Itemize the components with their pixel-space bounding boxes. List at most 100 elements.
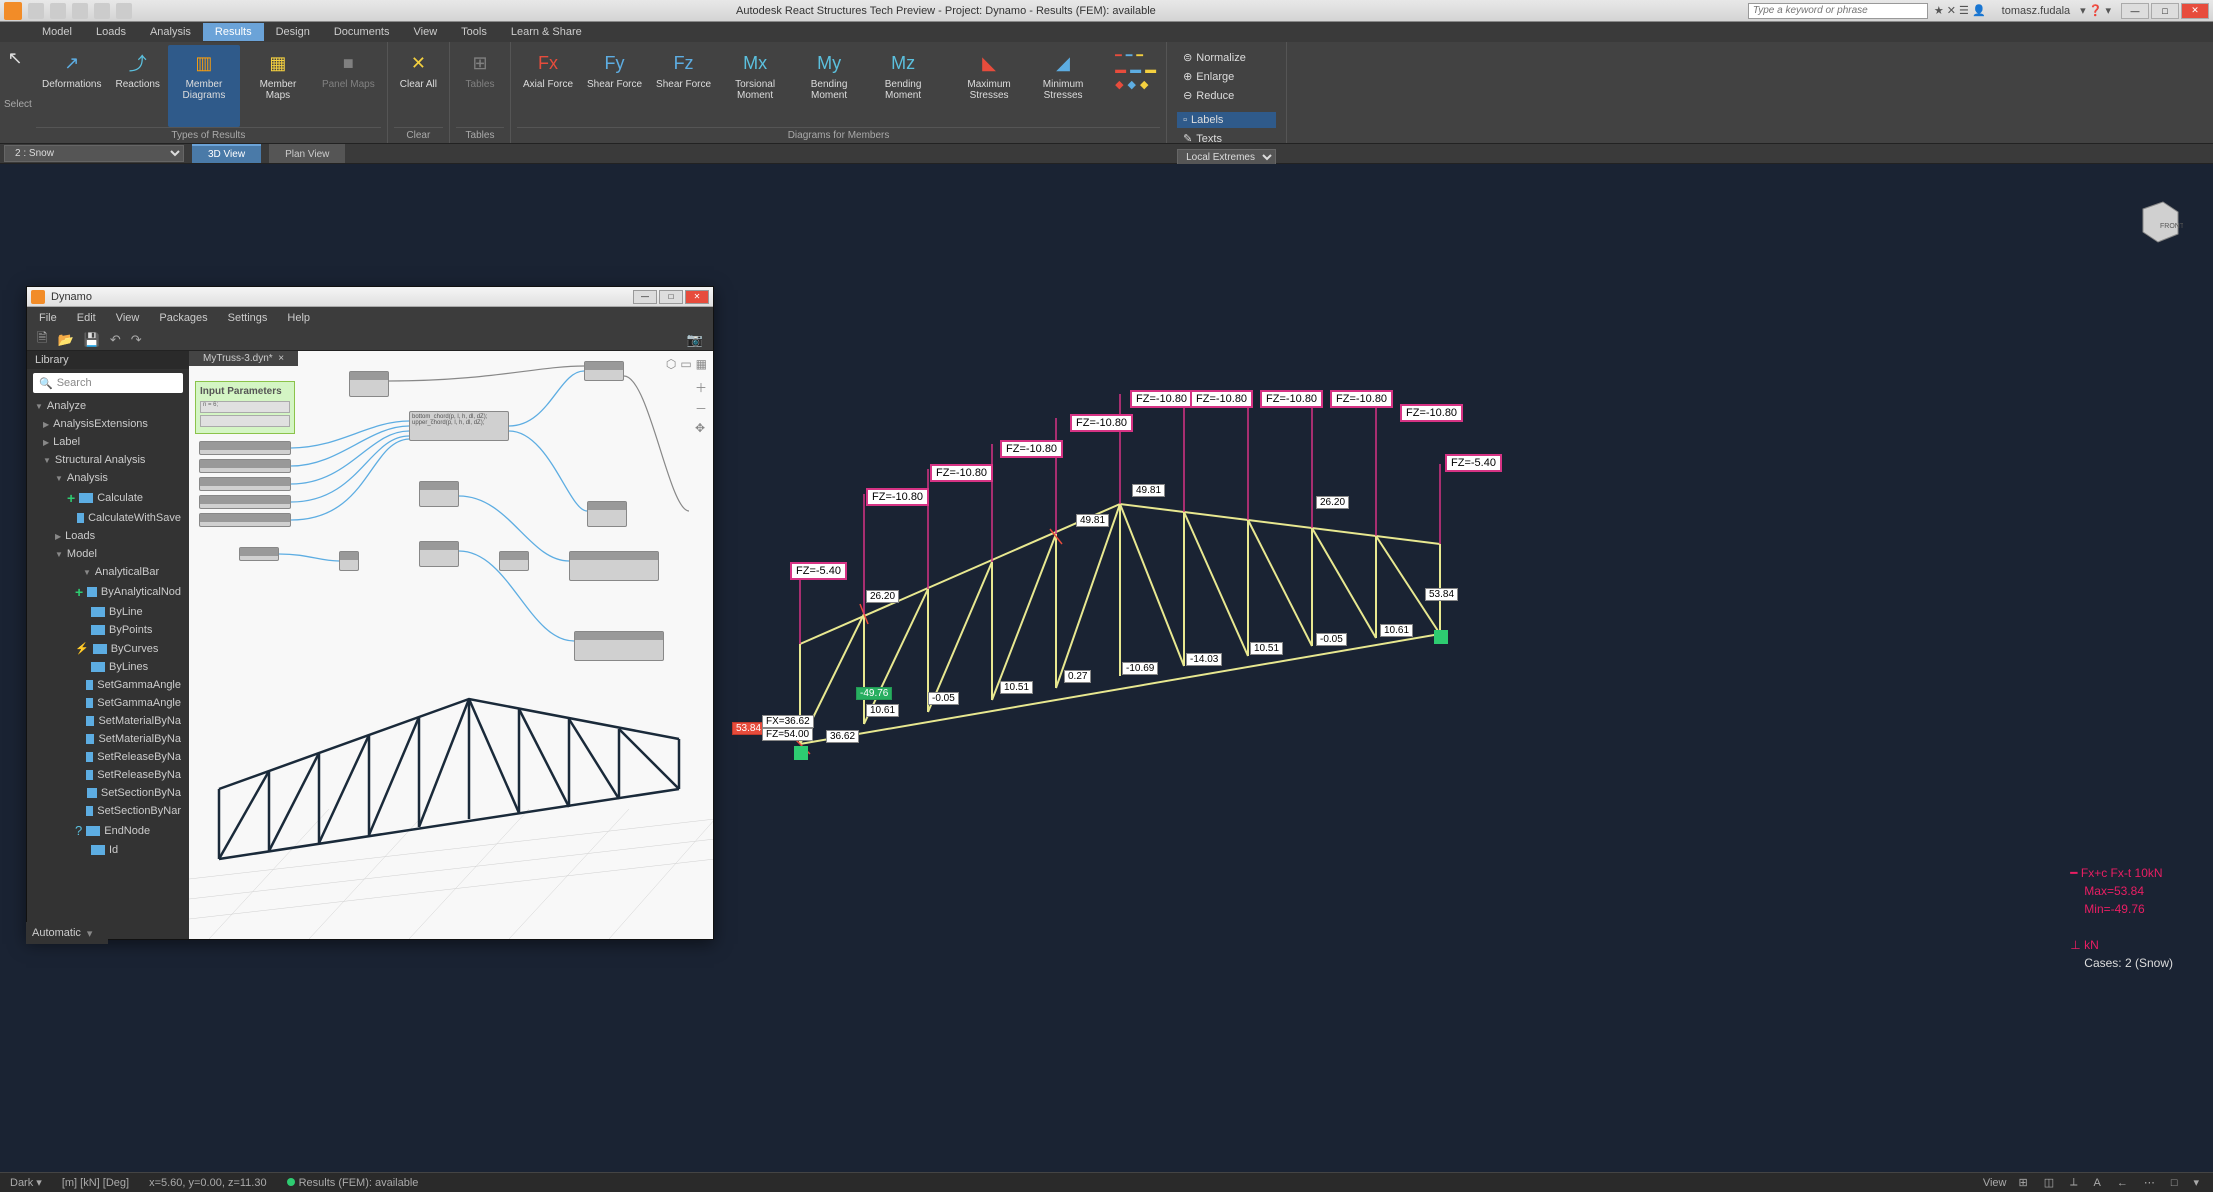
torsional-mx-button[interactable]: MxTorsional Moment xyxy=(719,45,791,127)
shear-fz-button[interactable]: FzShear Force xyxy=(650,45,717,127)
tree-node[interactable]: Id xyxy=(27,841,189,859)
qat-new-icon[interactable] xyxy=(28,3,44,19)
tree-node[interactable]: SetReleaseByNa xyxy=(27,766,189,784)
tree-node[interactable]: SetReleaseByNa xyxy=(27,748,189,766)
view-tab-3d[interactable]: 3D View xyxy=(192,144,261,163)
dynamo-library-tree[interactable]: ▼Analyze▶AnalysisExtensions▶Label▼Struct… xyxy=(27,397,189,939)
load-case-dropdown[interactable]: 2 : Snow xyxy=(4,145,184,162)
sb-grid-icon[interactable]: ⊞ xyxy=(2015,1176,2032,1189)
zoom-out-icon[interactable]: － xyxy=(695,400,707,417)
tree-node[interactable]: ▼Analysis xyxy=(27,469,189,487)
tab-tools[interactable]: Tools xyxy=(449,23,499,41)
tree-node[interactable]: ▶Loads xyxy=(27,527,189,545)
enlarge-button[interactable]: ⊕Enlarge xyxy=(1177,68,1276,85)
user-label[interactable]: tomasz.fudala xyxy=(2002,5,2070,17)
dynamo-3d-preview[interactable] xyxy=(189,659,713,939)
tab-design[interactable]: Design xyxy=(264,23,322,41)
nav-fit-icon[interactable]: ▦ xyxy=(696,357,707,371)
tab-view[interactable]: View xyxy=(402,23,450,41)
tree-node[interactable]: SetSectionByNar xyxy=(27,802,189,820)
tree-node[interactable]: ▶AnalysisExtensions xyxy=(27,415,189,433)
tree-node[interactable]: ▶Label xyxy=(27,433,189,451)
view-tab-plan[interactable]: Plan View xyxy=(269,144,345,163)
tree-node[interactable]: SetGammaAngle xyxy=(27,694,189,712)
view-cube[interactable]: FRONT xyxy=(2133,194,2183,244)
dynamo-menu-help[interactable]: Help xyxy=(287,312,310,324)
maximize-button[interactable]: □ xyxy=(2151,3,2179,19)
dynamo-minimize-button[interactable]: — xyxy=(633,290,657,304)
dynamo-maximize-button[interactable]: □ xyxy=(659,290,683,304)
close-button[interactable]: ✕ xyxy=(2181,3,2209,19)
tab-results[interactable]: Results xyxy=(203,23,264,41)
dynamo-redo-icon[interactable]: ↷ xyxy=(131,332,142,348)
dynamo-menu-view[interactable]: View xyxy=(116,312,140,324)
tab-loads[interactable]: Loads xyxy=(84,23,138,41)
tree-node[interactable]: +ByAnalyticalNod xyxy=(27,581,189,603)
tree-node[interactable]: SetMaterialByNa xyxy=(27,730,189,748)
bending-my-button[interactable]: MyBending Moment xyxy=(793,45,865,127)
axial-force-button[interactable]: FxAxial Force xyxy=(517,45,579,127)
normalize-button[interactable]: ⊜Normalize xyxy=(1177,49,1276,66)
tree-node[interactable]: CalculateWithSave xyxy=(27,509,189,527)
dynamo-search-input[interactable]: 🔍 Search xyxy=(33,373,183,393)
sb-arrow-icon[interactable]: ← xyxy=(2113,1177,2132,1189)
nav-graph-icon[interactable]: ⬡ xyxy=(666,357,676,371)
member-diagrams-button[interactable]: ▥Member Diagrams xyxy=(168,45,240,127)
tree-node[interactable]: ▼AnalyticalBar xyxy=(27,563,189,581)
dynamo-menu-settings[interactable]: Settings xyxy=(228,312,268,324)
zoom-in-icon[interactable]: ＋ xyxy=(695,379,707,396)
qat-redo-icon[interactable] xyxy=(116,3,132,19)
dynamo-undo-icon[interactable]: ↶ xyxy=(110,332,121,348)
dynamo-snapshot-icon[interactable]: 📷 xyxy=(687,332,703,348)
dynamo-menu-edit[interactable]: Edit xyxy=(77,312,96,324)
clear-all-button[interactable]: ✕Clear All xyxy=(394,45,443,127)
minimize-button[interactable]: — xyxy=(2121,3,2149,19)
tree-node[interactable]: ByLine xyxy=(27,603,189,621)
tab-learn[interactable]: Learn & Share xyxy=(499,23,594,41)
tree-node[interactable]: ?EndNode xyxy=(27,820,189,841)
texts-toggle[interactable]: ✎Texts xyxy=(1177,130,1276,147)
qat-open-icon[interactable] xyxy=(50,3,66,19)
sb-iso-icon[interactable]: ◫ xyxy=(2040,1176,2058,1189)
bending-mz-button[interactable]: MzBending Moment xyxy=(867,45,939,127)
pan-icon[interactable]: ✥ xyxy=(695,421,707,435)
dynamo-run-mode[interactable]: Automatic ▾ xyxy=(26,922,108,944)
sb-label-icon[interactable]: A xyxy=(2089,1177,2104,1189)
dynamo-titlebar[interactable]: Dynamo — □ ✕ xyxy=(27,287,713,307)
sb-settings-icon[interactable]: ▾ xyxy=(2189,1176,2203,1189)
tree-node[interactable]: ▼Model xyxy=(27,545,189,563)
tree-node[interactable]: SetSectionByNa xyxy=(27,784,189,802)
tree-node[interactable]: ByLines xyxy=(27,658,189,676)
dynamo-canvas[interactable]: MyTruss-3.dyn* × Input Parameters n = 6; xyxy=(189,351,713,939)
dynamo-save-icon[interactable]: 💾 xyxy=(84,332,100,348)
sb-cube-icon[interactable]: □ xyxy=(2167,1177,2182,1189)
tree-node[interactable]: SetMaterialByNa xyxy=(27,712,189,730)
dynamo-open-icon[interactable]: 📂 xyxy=(57,332,73,348)
member-maps-button[interactable]: ▦Member Maps xyxy=(242,45,314,127)
deformations-button[interactable]: ↗Deformations xyxy=(36,45,107,127)
tree-node[interactable]: ByPoints xyxy=(27,621,189,639)
dynamo-new-icon[interactable]: 🗎 xyxy=(37,329,47,351)
min-stresses-button[interactable]: ◢Minimum Stresses xyxy=(1027,45,1099,127)
dynamo-menu-file[interactable]: File xyxy=(39,312,57,324)
tree-node[interactable]: +Calculate xyxy=(27,487,189,509)
tab-model[interactable]: Model xyxy=(30,23,84,41)
tree-node[interactable]: ⚡ByCurves xyxy=(27,639,189,658)
dynamo-menu-packages[interactable]: Packages xyxy=(159,312,207,324)
sb-axes-icon[interactable]: ⟂ xyxy=(2066,1176,2081,1189)
tree-node[interactable]: ▼Structural Analysis xyxy=(27,451,189,469)
shear-fy-button[interactable]: FyShear Force xyxy=(581,45,648,127)
input-params-group[interactable]: Input Parameters n = 6; xyxy=(195,381,295,434)
nav-3d-icon[interactable]: ▭ xyxy=(680,357,691,371)
sb-more-icon[interactable]: ⋯ xyxy=(2140,1176,2159,1189)
help-search-input[interactable] xyxy=(1748,3,1928,19)
labels-toggle[interactable]: ▫Labels xyxy=(1177,112,1276,128)
tree-node[interactable]: SetGammaAngle xyxy=(27,676,189,694)
qat-save-icon[interactable] xyxy=(72,3,88,19)
theme-dropdown[interactable]: Dark ▾ xyxy=(10,1176,42,1189)
dynamo-close-button[interactable]: ✕ xyxy=(685,290,709,304)
select-tool[interactable]: ↖ Select xyxy=(0,42,30,143)
tab-analysis[interactable]: Analysis xyxy=(138,23,203,41)
reduce-button[interactable]: ⊖Reduce xyxy=(1177,87,1276,104)
reactions-button[interactable]: ⤴Reactions xyxy=(109,45,165,127)
